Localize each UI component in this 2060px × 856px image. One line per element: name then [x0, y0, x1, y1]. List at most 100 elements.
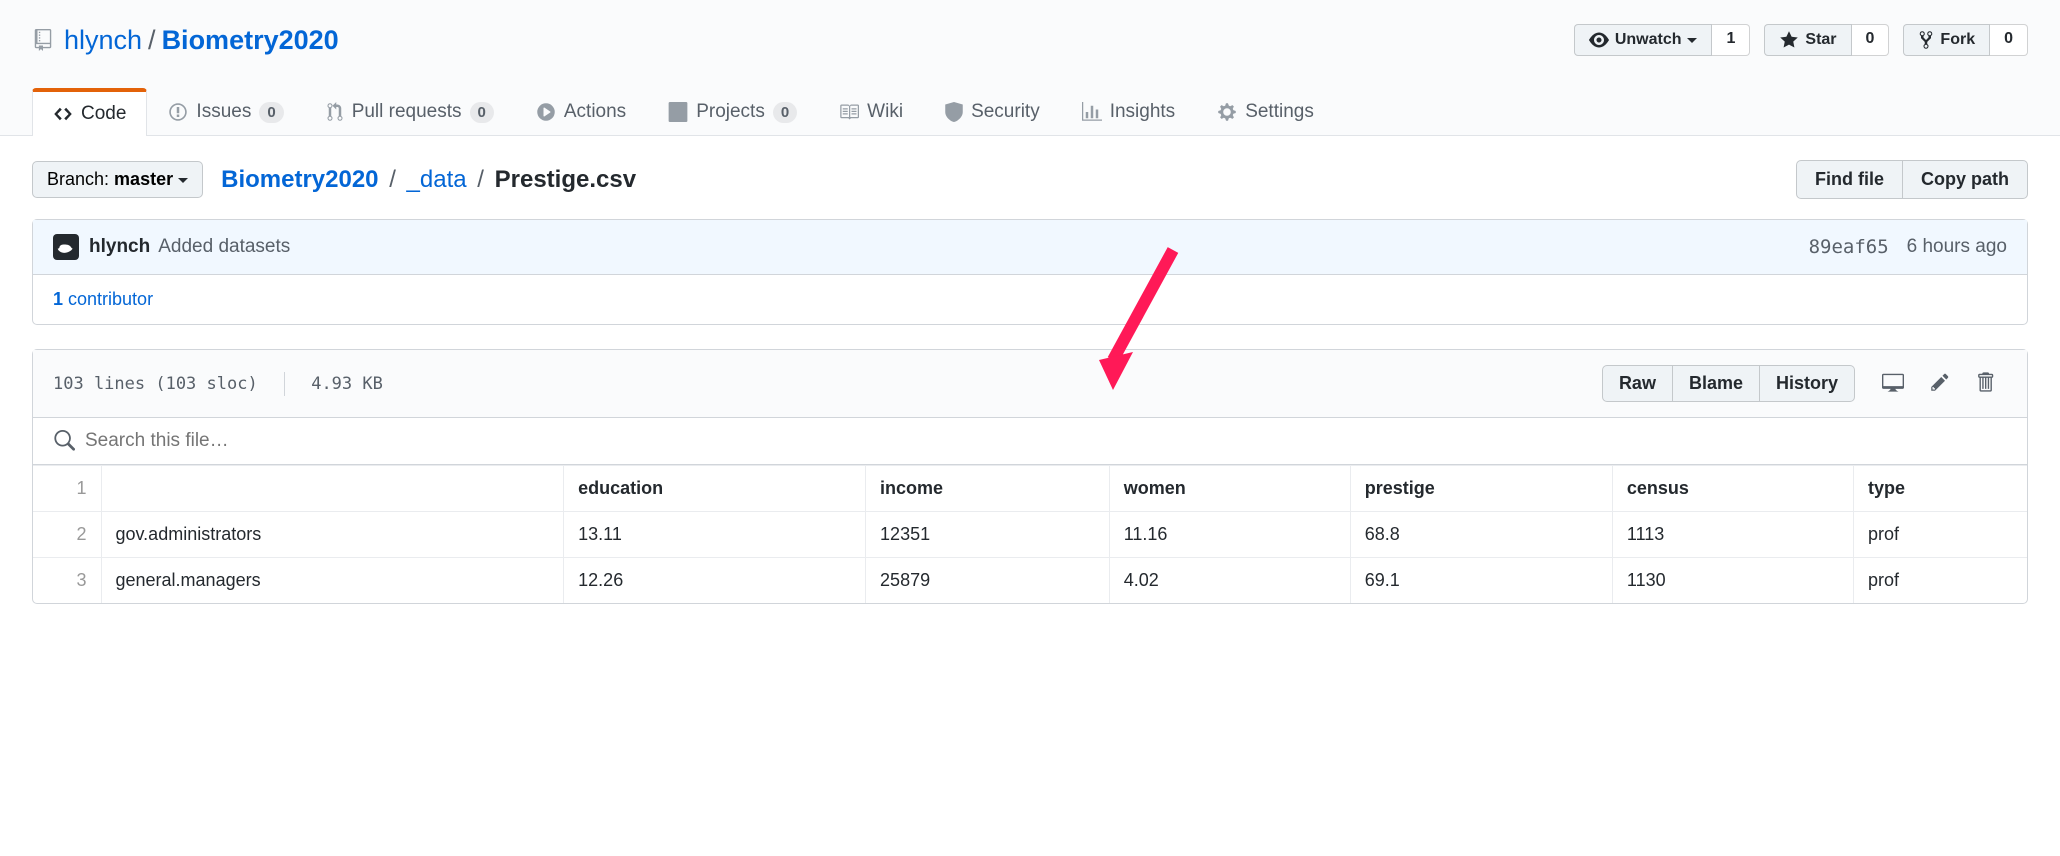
crumb-root[interactable]: Biometry2020: [221, 166, 378, 193]
commit-bar: hlynch Added datasets 89eaf65 6 hours ag…: [33, 220, 2027, 275]
history-button[interactable]: History: [1760, 365, 1855, 402]
search-row: [33, 418, 2027, 465]
contributors-count: 1: [53, 289, 63, 309]
table-row: 2gov.administrators13.111235111.1668.811…: [33, 512, 2027, 558]
crumb-sep: /: [477, 166, 484, 193]
code-icon: [53, 104, 73, 124]
star-button[interactable]: Star: [1764, 24, 1851, 56]
desktop-icon: [1882, 371, 1904, 393]
blame-button[interactable]: Blame: [1673, 365, 1760, 402]
contributors-link[interactable]: 1 contributor: [33, 275, 2027, 324]
csv-cell: general.managers: [101, 558, 564, 604]
graph-icon: [1082, 102, 1102, 122]
tab-wiki[interactable]: Wiki: [818, 88, 924, 135]
branch-selector-button[interactable]: Branch: master: [32, 161, 203, 198]
commit-author[interactable]: hlynch: [89, 236, 150, 258]
tab-actions[interactable]: Actions: [515, 88, 647, 135]
repo-tabs: Code Issues 0 Pull requests 0 Actions Pr…: [32, 88, 2028, 135]
csv-cell: 12351: [866, 512, 1110, 558]
tab-projects-label: Projects: [696, 101, 765, 123]
raw-button[interactable]: Raw: [1602, 365, 1673, 402]
tab-settings[interactable]: Settings: [1196, 88, 1335, 135]
repo-icon: [32, 29, 54, 51]
repo-name-link[interactable]: Biometry2020: [162, 25, 339, 55]
csv-cell: prof: [1853, 512, 2027, 558]
trash-icon: [1976, 371, 1994, 393]
repo-owner-link[interactable]: hlynch: [64, 25, 142, 56]
contributors-label: contributor: [63, 289, 153, 309]
csv-table: 1educationincomewomenprestigecensustype …: [33, 465, 2027, 603]
csv-header: women: [1109, 466, 1350, 512]
delete-button[interactable]: [1967, 362, 2003, 405]
projects-count: 0: [773, 102, 797, 123]
branch-name: master: [114, 169, 173, 189]
pencil-icon: [1930, 372, 1950, 392]
tab-security[interactable]: Security: [924, 88, 1061, 135]
tab-code-label: Code: [81, 103, 126, 125]
caret-icon: [1687, 38, 1697, 48]
tab-issues-label: Issues: [196, 101, 251, 123]
copy-path-button[interactable]: Copy path: [1903, 160, 2028, 199]
csv-cell: 13.11: [564, 512, 866, 558]
star-icon: [1779, 30, 1799, 50]
csv-header: census: [1612, 466, 1853, 512]
pull-icon: [326, 102, 344, 122]
unwatch-button[interactable]: Unwatch: [1574, 24, 1713, 56]
line-number: 2: [33, 512, 101, 558]
crumb-dir[interactable]: _data: [407, 166, 467, 193]
eye-icon: [1589, 30, 1609, 50]
tab-insights[interactable]: Insights: [1061, 88, 1196, 135]
fork-button[interactable]: Fork: [1903, 24, 1990, 56]
watch-count[interactable]: 1: [1712, 24, 1750, 56]
file-size: 4.93 KB: [311, 374, 383, 394]
fork-count[interactable]: 0: [1990, 24, 2028, 56]
fork-label: Fork: [1940, 31, 1975, 49]
search-input[interactable]: [85, 430, 2007, 452]
csv-cell: 12.26: [564, 558, 866, 604]
line-number: 1: [33, 466, 101, 512]
line-number: 3: [33, 558, 101, 604]
branch-prefix: Branch:: [47, 169, 114, 189]
find-file-button[interactable]: Find file: [1796, 160, 1903, 199]
tab-actions-label: Actions: [564, 101, 626, 123]
tab-pulls[interactable]: Pull requests 0: [305, 88, 515, 135]
star-count[interactable]: 0: [1852, 24, 1890, 56]
csv-header: prestige: [1350, 466, 1612, 512]
play-icon: [536, 102, 556, 122]
csv-header: type: [1853, 466, 2027, 512]
book-icon: [839, 102, 859, 122]
avatar[interactable]: [53, 234, 79, 260]
unwatch-label: Unwatch: [1615, 31, 1682, 49]
repo-sep: /: [148, 25, 156, 56]
caret-icon: [178, 178, 188, 188]
tab-issues[interactable]: Issues 0: [147, 88, 304, 135]
table-row: 3general.managers12.26258794.0269.11130p…: [33, 558, 2027, 604]
tab-insights-label: Insights: [1110, 101, 1175, 123]
tab-wiki-label: Wiki: [867, 101, 903, 123]
tab-security-label: Security: [971, 101, 1040, 123]
csv-cell: 68.8: [1350, 512, 1612, 558]
star-label: Star: [1805, 31, 1836, 49]
breadcrumb: Biometry2020 / _data / Prestige.csv: [221, 166, 636, 194]
csv-cell: 4.02: [1109, 558, 1350, 604]
issues-count: 0: [259, 102, 283, 123]
search-icon: [53, 430, 75, 452]
divider: [284, 372, 285, 396]
csv-cell: 69.1: [1350, 558, 1612, 604]
commit-sha[interactable]: 89eaf65: [1809, 236, 1889, 258]
file-lines: 103 lines (103 sloc): [53, 374, 258, 394]
csv-header: education: [564, 466, 866, 512]
tab-projects[interactable]: Projects 0: [647, 88, 818, 135]
commit-message[interactable]: Added datasets: [158, 236, 290, 258]
csv-cell: 11.16: [1109, 512, 1350, 558]
tab-code[interactable]: Code: [32, 88, 147, 136]
shield-icon: [945, 102, 963, 122]
csv-cell: 1113: [1612, 512, 1853, 558]
edit-button[interactable]: [1921, 363, 1959, 404]
repo-title: hlynch / Biometry2020 Unwatch 1 Star: [32, 24, 2028, 56]
pulls-count: 0: [470, 102, 494, 123]
crumb-sep: /: [389, 166, 396, 193]
csv-cell: 1130: [1612, 558, 1853, 604]
fork-icon: [1918, 30, 1934, 50]
desktop-button[interactable]: [1873, 362, 1913, 405]
